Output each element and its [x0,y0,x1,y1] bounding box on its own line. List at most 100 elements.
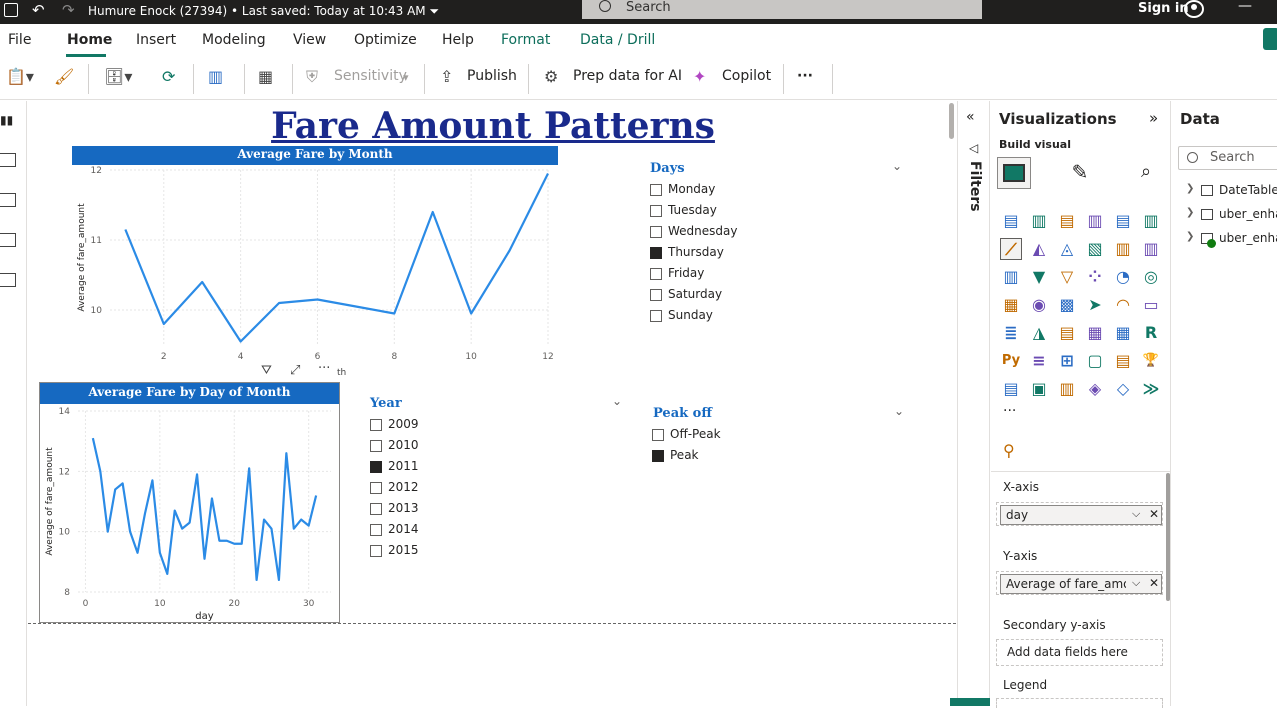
menu-view[interactable]: View [293,32,326,48]
checkbox[interactable] [650,226,662,238]
year-option[interactable]: 2011 [370,459,490,475]
publish-icon[interactable]: ⇪ [440,67,453,86]
x-axis-well[interactable]: day ⌵ ✕ [996,502,1163,526]
chevron-down-icon[interactable]: ⌵ [1132,507,1140,521]
days-option[interactable]: Sunday [650,308,770,324]
funnel-alt-icon[interactable]: ▽ [1056,266,1078,288]
build-options-icon[interactable]: ⚲ [1003,441,1015,460]
checkbox[interactable] [370,524,382,536]
more-visuals-icon[interactable]: ≫ [1140,378,1162,400]
days-option[interactable]: Monday [650,182,770,198]
azure-map-icon[interactable]: ➤ [1084,294,1106,316]
days-option[interactable]: Friday [650,266,770,282]
gauge-icon[interactable]: ◠ [1112,294,1134,316]
calculator-icon[interactable]: ▦ [258,67,273,86]
refresh-icon[interactable]: ⟳ [162,67,175,86]
line-stacked-column-icon[interactable]: ▥ [1000,266,1022,288]
checkbox[interactable] [652,450,664,462]
y-axis-field[interactable]: Average of fare_amou... ⌵ ✕ [1000,574,1162,594]
year-option[interactable]: 2009 [370,417,490,433]
power-apps-icon[interactable]: ◈ [1084,378,1106,400]
menu-optimize[interactable]: Optimize [354,32,417,48]
checkbox[interactable] [652,429,664,441]
days-option[interactable]: Tuesday [650,203,770,219]
filled-map-icon[interactable]: ▩ [1056,294,1078,316]
menu-data-drill[interactable]: Data / Drill [580,32,655,48]
checkbox[interactable] [650,268,662,280]
days-option[interactable]: Saturday [650,287,770,303]
100-column-icon[interactable]: ▥ [1140,210,1162,232]
sign-in-link[interactable]: Sign in [1138,1,1189,16]
slicer-icon[interactable]: ▤ [1056,322,1078,344]
copilot-icon[interactable]: ✦ [693,67,706,86]
data-search-input[interactable]: Search [1178,146,1277,170]
build-visual-tab[interactable] [997,157,1031,189]
area-chart-icon[interactable]: ◭ [1028,238,1050,260]
goals-icon[interactable]: 🏆 [1140,350,1162,372]
analytics-tab[interactable]: ⌕ [1129,157,1163,189]
kpi-icon[interactable]: ◮ [1028,322,1050,344]
stacked-column-icon[interactable]: ▥ [1028,210,1050,232]
year-option[interactable]: 2012 [370,480,490,496]
legend-well[interactable] [996,698,1163,708]
year-option[interactable]: 2010 [370,438,490,454]
minimize-icon[interactable]: — [1238,0,1252,14]
chevron-right-icon[interactable]: ❯ [1186,183,1194,194]
menu-file[interactable]: File [8,32,31,48]
report-canvas[interactable]: Fare Amount Patterns Average Fare by Mon… [28,101,956,706]
prep-data-icon[interactable]: ⚙ [544,67,558,86]
new-card-icon[interactable]: ▣ [1028,378,1050,400]
donut-icon[interactable]: ◎ [1140,266,1162,288]
card-icon[interactable]: ▭ [1140,294,1162,316]
python-visual-icon[interactable]: Py [1000,350,1022,372]
matrix-icon[interactable]: ▦ [1112,322,1134,344]
more-options-icon[interactable]: ··· [318,361,330,376]
report-view-icon[interactable]: ▮▮ [0,113,16,127]
paste-icon[interactable]: 📋▾ [6,67,34,86]
checkbox[interactable] [650,184,662,196]
filter-icon[interactable]: ⛛ [261,363,272,378]
multirow-card-icon[interactable]: ≣ [1000,322,1022,344]
button-slicer-icon[interactable]: ▥ [1056,378,1078,400]
ribbon-chart-icon[interactable]: ▧ [1084,238,1106,260]
canvas-scrollbar[interactable] [949,103,954,139]
chevron-right-icon[interactable]: ❯ [1186,207,1194,218]
ribbon-more-button[interactable]: ··· [797,68,813,84]
decomposition-tree-icon[interactable]: ⊞ [1056,350,1078,372]
day-line-chart[interactable]: 8 10 12 14 0 10 20 30 Average of fare_amount day [40,404,339,622]
new-visual-icon[interactable]: ▥ [208,67,223,86]
power-automate-icon[interactable]: ◇ [1112,378,1134,400]
y-axis-well[interactable]: Average of fare_amou... ⌵ ✕ [996,571,1163,595]
prep-data-button[interactable]: Prep data for AI [573,68,682,84]
clustered-column-icon[interactable]: ▥ [1084,210,1106,232]
100-bar-icon[interactable]: ▤ [1112,210,1134,232]
model-view-icon[interactable] [0,193,16,207]
document-title[interactable]: Humure Enock (27394) • Last saved: Today… [88,4,439,19]
days-option[interactable]: Wednesday [650,224,770,240]
format-visual-tab[interactable]: ✎ [1063,157,1097,189]
redo-icon[interactable]: ↷ [62,1,75,19]
pane-scrollbar[interactable] [1166,473,1170,601]
year-option[interactable]: 2013 [370,501,490,517]
checkbox[interactable] [370,482,382,494]
clustered-bar-icon[interactable]: ▤ [1056,210,1078,232]
year-option[interactable]: 2015 [370,543,490,559]
checkbox[interactable] [650,310,662,322]
format-painter-icon[interactable]: 🖌 [54,67,74,86]
chevron-right-icon[interactable]: ❯ [1186,231,1194,242]
more-visuals-button[interactable]: ··· [1003,403,1016,419]
checkbox[interactable] [370,440,382,452]
stacked-bar-icon[interactable]: ▤ [1000,210,1022,232]
publish-button[interactable]: Publish [467,68,517,84]
collapse-pane-icon[interactable]: » [1149,109,1158,127]
table-icon[interactable]: ▦ [1084,322,1106,344]
copilot-button[interactable]: Copilot [722,68,771,84]
search-box[interactable]: Search [582,0,982,19]
r-visual-icon[interactable]: R [1140,322,1162,344]
waterfall-icon[interactable]: ▥ [1112,238,1134,260]
chevron-down-icon[interactable]: ⌄ [894,404,904,418]
key-influencers-icon[interactable]: ≡ [1028,350,1050,372]
month-line-chart[interactable]: 10 11 12 2 4 6 8 10 12 Average of fare_amount [72,165,562,375]
menu-modeling[interactable]: Modeling [202,32,266,48]
line-column-icon[interactable]: ▥ [1140,238,1162,260]
